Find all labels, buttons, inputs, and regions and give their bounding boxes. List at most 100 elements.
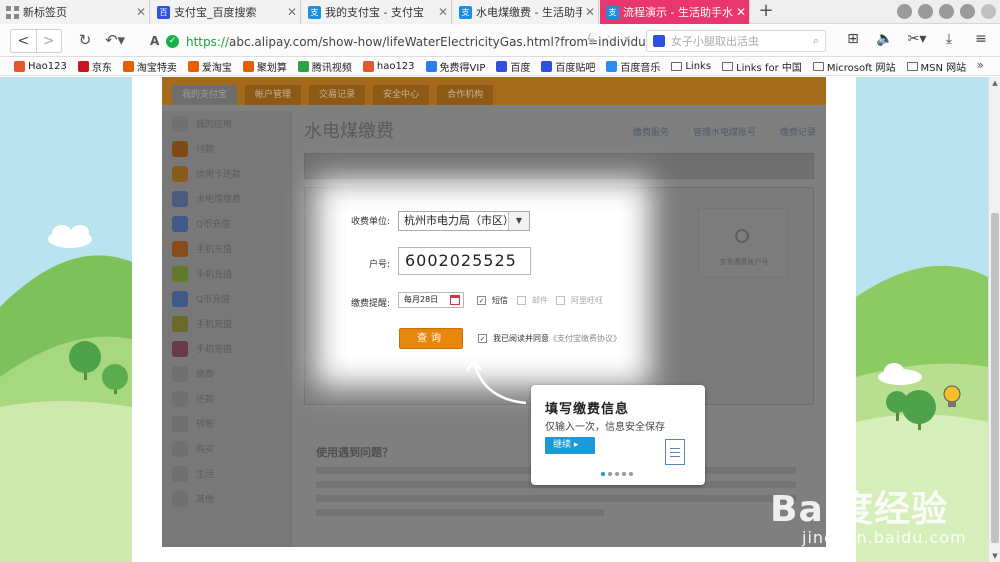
search-input[interactable]: 女子小腿取出活虫 ⌕ [646,30,826,52]
search-icon[interactable]: ⌕ [813,34,819,48]
alipay-header-link: 管理水电煤账号 [692,128,756,138]
tab-new-tab[interactable]: 新标签页 ✕ [0,0,150,24]
scroll-up-icon[interactable]: ▲ [989,77,1000,89]
bookmark-item[interactable]: 淘宝特卖 [122,59,177,74]
close-icon[interactable]: ✕ [284,5,300,19]
step-dot[interactable] [629,472,633,476]
scissors-icon[interactable]: ✂▾ [906,31,928,47]
bookmark-item[interactable]: 聚划算 [242,59,287,74]
search-engine-icon[interactable] [653,35,665,47]
unit-select[interactable]: 杭州市电力局（市区） ▼ [398,211,530,231]
speaker-icon[interactable]: 🔈 [874,31,896,47]
unit-label: 收费单位: [350,217,390,227]
continue-button[interactable]: 继续 ▸ [545,437,595,454]
alipay-header-link: 缴费记录 [779,128,816,138]
chevron-right-icon[interactable]: » [977,58,984,72]
tab-process-demo[interactable]: 支 流程演示 - 生活助手水电... ✕ [600,0,750,24]
download-icon[interactable]: ⤓ [938,31,960,47]
navigation-bar: < > ↻ ↶▾ A ✓ https://abc.alipay.com/show… [0,25,1000,57]
bookmark-item[interactable]: 爱淘宝 [187,59,232,74]
bookmark-item[interactable]: 百度音乐 [606,59,660,74]
step-dot[interactable] [608,472,612,476]
app-icon [172,315,188,332]
vertical-scrollbar[interactable]: ▲ ▼ [988,77,1000,562]
close-icon[interactable]: ✕ [133,5,149,19]
agree-checkbox[interactable]: ✓ 我已阅读并同意 《支付宝缴费协议》 [478,333,621,344]
tab-my-alipay[interactable]: 支 我的支付宝 - 支付宝 ✕ [302,0,452,24]
scrollbar-thumb[interactable] [991,213,999,543]
bookmark-item[interactable]: hao123 [362,61,415,72]
remind-date-field[interactable]: 每月28日 [398,292,464,308]
app-icon [172,290,188,307]
window-controls [897,4,996,19]
alipay-sidebar-item: Q币充值 [162,211,291,236]
app-icon [172,465,188,482]
chevron-down-icon[interactable]: ▼ [508,212,529,230]
mail-checkbox[interactable]: 邮件 [517,295,548,306]
checkbox-checked-icon[interactable]: ✓ [478,334,487,343]
back-forward-group: < > [10,29,62,53]
checkbox-icon[interactable] [556,296,565,305]
extensions-icon[interactable]: ⊞ [842,31,864,47]
minimize-icon[interactable] [939,4,954,19]
aitaobao-icon [187,61,199,72]
forward-button[interactable]: > [35,30,62,52]
undo-button[interactable]: ↶▾ [104,30,126,52]
tab-baidu-search[interactable]: 百 支付宝_百度搜索 ✕ [151,0,301,24]
folder-icon [671,62,683,71]
back-button[interactable]: < [11,30,36,52]
close-icon[interactable]: ✕ [733,5,749,19]
chevron-down-icon[interactable]: ▾ [616,30,638,52]
step-dot[interactable] [615,472,619,476]
close-icon[interactable]: ✕ [435,5,451,19]
close-window-icon[interactable] [981,4,996,19]
skin-icon[interactable] [897,4,912,19]
baidu-jingyan-watermark: Bai度经验 jingyan.baidu.com [770,489,967,547]
step-indicator [601,472,633,476]
bookmark-item[interactable]: Hao123 [14,61,67,72]
checkbox-checked-icon[interactable]: ✓ [477,296,486,305]
tieba-icon [541,61,553,72]
pointer-arrow [465,357,527,405]
secure-shield-icon: ✓ [166,35,179,48]
bookmark-item[interactable]: 京东 [77,59,112,74]
bookmark-item[interactable]: 百度贴吧 [541,59,595,74]
menu-icon[interactable] [918,4,933,19]
wangwang-checkbox[interactable]: 阿里旺旺 [556,295,603,306]
alipay-tab: 安全中心 [373,85,430,105]
bookmark-item[interactable]: 百度 [496,59,530,74]
bookmark-item[interactable]: 免费得VIP [425,59,485,74]
app-icon [172,440,188,457]
scroll-down-icon[interactable]: ▼ [989,550,1000,562]
bookmark-item[interactable]: MSN 网站 [906,59,966,74]
alipay-sidebar-item: 手机充值 [162,236,291,261]
query-button[interactable]: 查询 [399,328,463,349]
reader-icon[interactable]: A [150,34,159,48]
bookmark-item[interactable]: Links for 中国 [722,59,802,74]
tab-utility-payment[interactable]: 支 水电煤缴费 - 生活助手 ✕ [453,0,599,24]
new-tab-button[interactable]: + [752,0,780,24]
alipay-sidebar-item: 生活 [162,461,291,486]
app-icon [172,240,188,257]
step-dot[interactable] [601,472,605,476]
bookmark-item[interactable]: 腾讯视频 [297,59,352,74]
app-icon [172,365,188,382]
maximize-icon[interactable] [960,4,975,19]
agreement-link[interactable]: 《支付宝缴费协议》 [549,333,621,344]
calendar-icon[interactable] [450,295,460,305]
app-icon [172,265,188,282]
taobao-icon [122,61,134,72]
close-icon[interactable]: ✕ [582,5,598,19]
document-icon [665,439,685,465]
alipay-sidebar-item: 缴费 [162,361,291,386]
checkbox-icon[interactable] [517,296,526,305]
refresh-button[interactable]: ↻ [74,30,96,52]
step-dot[interactable] [622,472,626,476]
menu-icon[interactable]: ≡ [970,31,992,47]
sms-checkbox[interactable]: ✓ 短信 [477,295,508,306]
bookmark-item[interactable]: Microsoft 网站 [812,59,896,74]
jd-icon [77,61,89,72]
app-icon [172,390,188,407]
account-input[interactable]: 6002025525 [398,247,531,275]
bookmark-item[interactable]: Links [671,61,711,72]
